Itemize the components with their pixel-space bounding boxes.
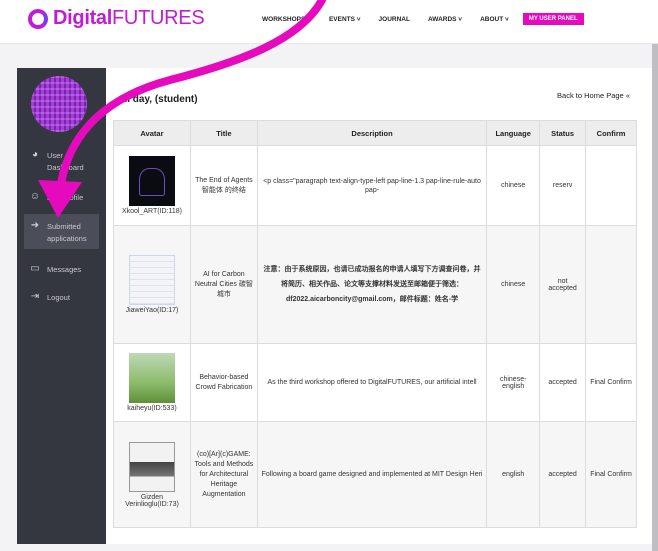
sidebar-item-label: Messages xyxy=(47,265,82,274)
logo-icon xyxy=(28,8,48,29)
description-cell: As the third workshop offered to Digital… xyxy=(256,343,488,422)
title-cell: Behavior-based Crowd Fabrication xyxy=(189,343,258,422)
column-header-description: Description xyxy=(256,120,488,146)
avatar-caption: JiaweiYao(ID:17) xyxy=(125,307,179,314)
logo-text: DigitalFUTURES xyxy=(53,7,205,29)
back-to-home-link[interactable]: Back to Home Page « xyxy=(557,91,630,100)
nav-journal[interactable]: JOURNAL xyxy=(379,16,410,23)
main-nav: WORKSHOPS ˅ EVENTS ˅ JOURNAL AWARDS ˅ AB… xyxy=(262,13,584,25)
user-icon: ☺ xyxy=(29,191,41,202)
avatar-cell: JiaweiYao(ID:17) xyxy=(113,225,191,344)
table-row: JiaweiYao(ID:17) AI for Carbon Neutral C… xyxy=(113,225,637,344)
top-navigation-bar: DigitalFUTURES WORKSHOPS ˅ EVENTS ˅ JOUR… xyxy=(0,0,658,44)
nav-workshops[interactable]: WORKSHOPS ˅ xyxy=(262,16,311,23)
workshop-thumbnail xyxy=(128,156,175,206)
nav-about[interactable]: ABOUT ˅ xyxy=(480,16,509,23)
confirm-button[interactable]: Final Confirm xyxy=(585,421,637,528)
column-header-title: Title xyxy=(189,120,258,146)
my-user-panel-button[interactable]: MY USER PANEL xyxy=(522,13,584,25)
sign-in-icon: ➜ xyxy=(30,220,40,231)
workshop-thumbnail xyxy=(128,353,175,403)
applications-table: Avatar Title Description Language Status… xyxy=(113,120,637,528)
avatar-caption: Xkool_ART(ID:118) xyxy=(121,208,182,215)
logout-icon: ⇥ xyxy=(30,291,40,302)
status-cell: accepted xyxy=(539,343,587,422)
column-header-confirm: Confirm xyxy=(585,120,637,146)
status-cell: accepted xyxy=(539,421,587,528)
workshop-thumbnail xyxy=(128,255,175,305)
title-cell: AI for Carbon Neutral Cities 碳智城市 xyxy=(189,225,258,344)
window-edge xyxy=(652,44,658,551)
sidebar-item-label: User xyxy=(47,151,63,160)
status-cell: reserv xyxy=(539,145,587,226)
sidebar-item-messages[interactable]: ▭ Messages xyxy=(17,264,106,276)
status-cell: not accepted xyxy=(539,225,587,344)
dashboard-icon: ◕ xyxy=(31,149,39,160)
confirm-button[interactable]: Final Confirm xyxy=(585,343,637,422)
table-header-row: Avatar Title Description Language Status… xyxy=(113,120,637,146)
applications-panel: Hi day, (student) Back to Home Page « Av… xyxy=(106,68,652,544)
language-cell: english xyxy=(486,421,541,528)
sidebar-item-label: Logout xyxy=(47,293,70,302)
confirm-cell xyxy=(585,145,637,226)
sidebar-item-label: Edit Profile xyxy=(47,193,84,202)
sidebar-item-edit-profile[interactable]: ☺ Edit Profile xyxy=(17,192,106,204)
description-cell: Following a board game designed and impl… xyxy=(256,421,488,528)
user-sidebar: ◕ User Dashboard ☺ Edit Profile ➜ Submitt… xyxy=(17,68,106,544)
column-header-avatar: Avatar xyxy=(113,120,191,146)
confirm-cell xyxy=(585,225,637,344)
nav-events[interactable]: EVENTS ˅ xyxy=(329,16,361,23)
workshop-thumbnail xyxy=(128,441,175,492)
avatar-caption: Gizden Verinlioglu(ID:73) xyxy=(125,493,179,508)
site-logo[interactable]: DigitalFUTURES xyxy=(28,7,205,30)
avatar-caption: kaiheyu(ID:533) xyxy=(127,405,177,412)
title-cell: The End of Agents 智能体 的终结 xyxy=(189,145,258,226)
language-cell: chinese xyxy=(486,145,541,226)
column-header-language: Language xyxy=(486,120,541,146)
title-cell: (co)[Ar](c)GAME: Tools and Methods for A… xyxy=(189,421,258,528)
table-row: kaiheyu(ID:533) Behavior-based Crowd Fab… xyxy=(113,343,637,422)
language-cell: chinese-english xyxy=(486,343,541,422)
user-avatar xyxy=(31,76,87,132)
sidebar-item-dashboard[interactable]: ◕ User Dashboard xyxy=(17,150,106,174)
avatar-cell: Xkool_ART(ID:118) xyxy=(113,145,191,226)
table-row: Gizden Verinlioglu(ID:73) (co)[Ar](c)GAM… xyxy=(113,421,637,528)
sidebar-item-logout[interactable]: ⇥ Logout xyxy=(17,292,106,304)
page-title: Hi day, (student) xyxy=(120,94,198,105)
description-cell: <p class="paragraph text-align-type-left… xyxy=(256,145,488,226)
language-cell: chinese xyxy=(486,225,541,344)
avatar-cell: kaiheyu(ID:533) xyxy=(113,343,191,422)
avatar-cell: Gizden Verinlioglu(ID:73) xyxy=(113,421,191,528)
message-icon: ▭ xyxy=(30,263,40,274)
table-row: Xkool_ART(ID:118) The End of Agents 智能体 … xyxy=(113,145,637,226)
nav-awards[interactable]: AWARDS ˅ xyxy=(428,16,462,23)
column-header-status: Status xyxy=(539,120,587,146)
description-cell: 注意：由于系统原因，也请已成功报名的申请人填写下方调查问卷，并将简历、相关作品、… xyxy=(256,225,488,344)
sidebar-item-submitted-applications[interactable]: ➜ Submitted applications xyxy=(24,214,99,249)
